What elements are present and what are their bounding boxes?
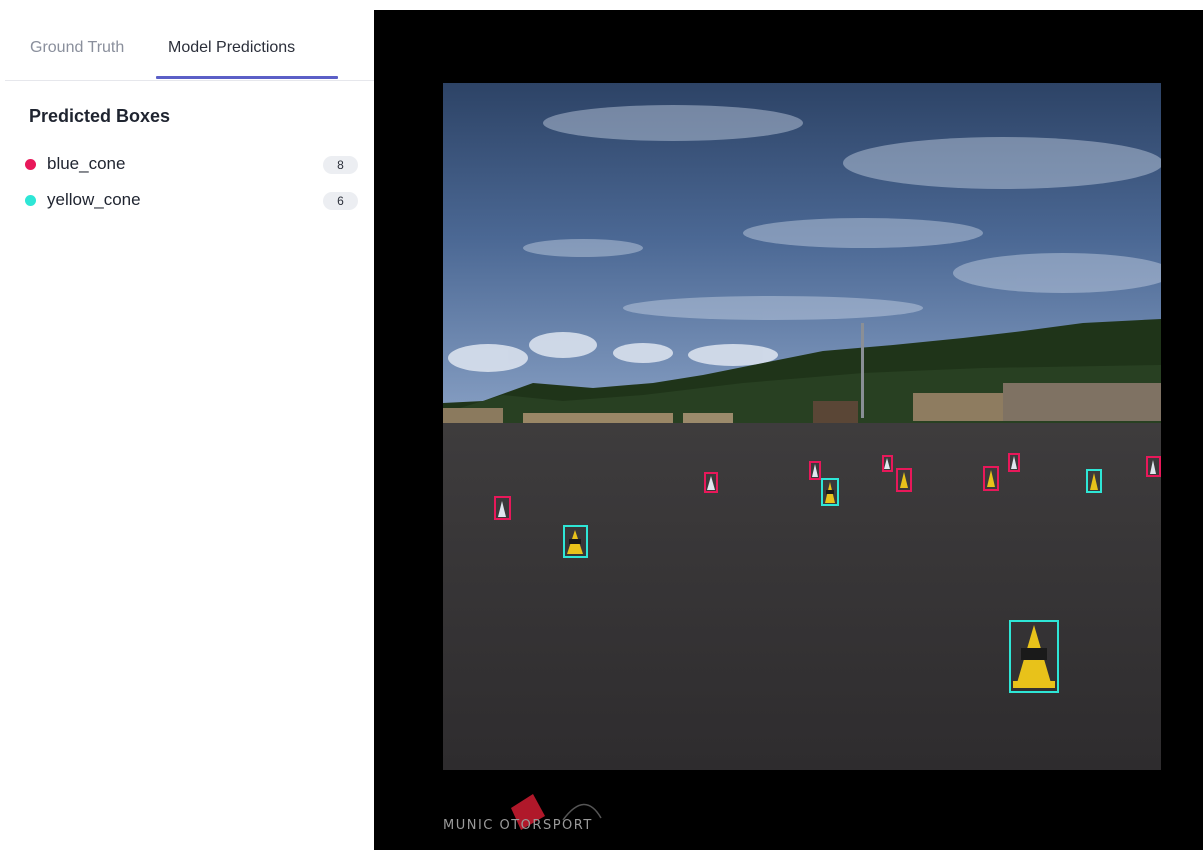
label-name: yellow_cone	[47, 190, 141, 209]
image-viewer[interactable]: MUNIC OTORSPORT	[374, 10, 1203, 850]
yellow-cone-box[interactable]	[563, 525, 588, 558]
tab-ground-truth[interactable]: Ground Truth	[30, 38, 124, 58]
label-row-blue-cone[interactable]: blue_cone 8	[0, 152, 374, 178]
bounding-box-layer	[443, 83, 1161, 770]
active-tab-indicator	[156, 76, 338, 79]
watermark: MUNIC OTORSPORT	[443, 780, 743, 850]
sidebar: Ground Truth Model Predictions Predicted…	[0, 0, 374, 850]
blue-cone-box[interactable]	[1146, 456, 1161, 477]
label-row-yellow-cone[interactable]: yellow_cone 6	[0, 188, 374, 214]
blue-cone-box[interactable]	[809, 461, 821, 480]
yellow-cone-box[interactable]	[1086, 469, 1102, 493]
count-badge: 8	[323, 156, 358, 174]
blue-cone-color-dot	[25, 159, 36, 170]
annotated-image	[443, 83, 1161, 770]
blue-cone-box[interactable]	[704, 472, 718, 493]
tab-bar: Ground Truth Model Predictions	[5, 0, 374, 81]
count-badge: 6	[323, 192, 358, 210]
yellow-cone-box[interactable]	[1009, 620, 1059, 693]
yellow-cone-color-dot	[25, 195, 36, 206]
predicted-boxes-title: Predicted Boxes	[29, 106, 171, 126]
app-root: Ground Truth Model Predictions Predicted…	[0, 0, 1203, 850]
blue-cone-box[interactable]	[1008, 453, 1020, 472]
label-name: blue_cone	[47, 154, 126, 173]
watermark-text: MUNIC OTORSPORT	[443, 818, 593, 833]
tab-model-predictions[interactable]: Model Predictions	[168, 38, 295, 58]
blue-cone-box[interactable]	[882, 455, 893, 472]
blue-cone-box[interactable]	[494, 496, 511, 520]
yellow-cone-box[interactable]	[821, 478, 839, 506]
